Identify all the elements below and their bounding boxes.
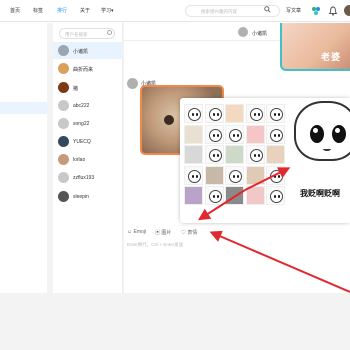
contact-item[interactable]: sleepin: [53, 188, 123, 205]
sticker-item[interactable]: [245, 165, 265, 185]
search-icon[interactable]: [107, 30, 112, 35]
avatar: [127, 78, 138, 89]
contact-name: zzflux193: [73, 175, 95, 181]
sent-image-message[interactable]: 老婆: [280, 23, 350, 71]
contact-name: abc222: [73, 103, 90, 109]
page-body: 用户名搜索 小诸凯 曲折而来 猪 abc222 song22 YUECQ lor…: [0, 23, 350, 350]
sticker-item[interactable]: [184, 124, 203, 144]
contact-item[interactable]: 猪: [53, 79, 123, 96]
chat-panel: 小诸凯 老婆 小诸凯 我贬啊贬啊 ☺ Emoji ▣ 图片 ♡ 表情 Enter…: [124, 23, 350, 293]
contact-list-panel: 用户名搜索 小诸凯 曲折而来 猪 abc222 song22 YUECQ lor…: [53, 23, 123, 293]
sticker-item[interactable]: [204, 186, 224, 205]
sticker-item[interactable]: [184, 165, 203, 185]
avatar: [58, 136, 69, 147]
sticker-grid: [184, 104, 285, 205]
image-caption-text: 老婆: [320, 52, 341, 62]
avatar: [58, 63, 69, 74]
avatar: [238, 27, 248, 37]
contact-item[interactable]: song22: [53, 115, 123, 132]
sticker-item[interactable]: [225, 145, 244, 164]
search-icon[interactable]: [264, 6, 271, 13]
sticker-picker-panel: 我贬啊贬啊: [180, 98, 350, 223]
sticker-item[interactable]: [245, 145, 265, 164]
emoji-button[interactable]: ☺ Emoji: [127, 229, 146, 235]
nav-about[interactable]: 关于: [80, 7, 90, 14]
emoji-label: Emoji: [133, 229, 147, 235]
contact-name: 猪: [73, 86, 79, 92]
nav-tags[interactable]: 标签: [33, 7, 43, 14]
input-hint: Enter换行，Ctrl + Enter发送: [127, 242, 184, 247]
sticker-item[interactable]: [225, 124, 244, 144]
avatar: [58, 82, 69, 93]
contact-item[interactable]: YUECQ: [53, 133, 123, 150]
pinwheel-icon[interactable]: [311, 6, 321, 16]
sticker-item[interactable]: [184, 145, 203, 164]
sticker-item[interactable]: [266, 145, 285, 164]
contact-name: 曲折而来: [73, 67, 94, 73]
sticker-item[interactable]: [204, 104, 224, 123]
user-avatar[interactable]: [344, 5, 350, 16]
avatar: [58, 172, 69, 183]
avatar: [58, 118, 69, 129]
avatar: [58, 45, 69, 56]
contact-name: song22: [73, 121, 90, 127]
chat-title: 小诸凯: [252, 31, 268, 37]
sticker-item[interactable]: [245, 186, 265, 205]
sticker-item[interactable]: [204, 145, 224, 164]
sticker-item[interactable]: [184, 104, 203, 123]
contact-item[interactable]: 小诸凯: [53, 42, 123, 59]
left-sidebar: [0, 23, 47, 293]
contact-name: 小诸凯: [73, 49, 89, 55]
sticker-item[interactable]: [266, 165, 285, 185]
avatar: [58, 100, 69, 111]
sticker-item[interactable]: [245, 104, 265, 123]
avatar: [58, 191, 69, 202]
sidebar-item-active[interactable]: [0, 102, 47, 114]
sticker-preview-face: [294, 101, 350, 161]
sticker-item[interactable]: [184, 186, 203, 205]
sticker-button[interactable]: ♡ 表情: [181, 229, 197, 236]
contact-item[interactable]: zzflux193: [53, 169, 123, 186]
nav-home[interactable]: 首页: [10, 7, 20, 14]
bell-icon[interactable]: [328, 6, 338, 16]
cat-eye: [164, 115, 174, 125]
sticker-item[interactable]: [225, 104, 244, 123]
contact-name: lorlao: [73, 157, 86, 163]
sticker-item[interactable]: [204, 124, 224, 144]
contact-item[interactable]: 曲折而来: [53, 60, 123, 77]
sticker-item[interactable]: [266, 186, 285, 205]
image-button[interactable]: ▣ 图片: [155, 229, 171, 236]
sticker-item[interactable]: [225, 186, 244, 205]
nav-ranking[interactable]: 排行: [57, 7, 67, 14]
sticker-item[interactable]: [225, 165, 244, 185]
sticker-item[interactable]: [204, 165, 224, 185]
contact-name: sleepin: [73, 194, 89, 200]
contact-item[interactable]: abc222: [53, 97, 123, 114]
sticker-item[interactable]: [266, 124, 285, 144]
nav-learn-dropdown[interactable]: 学习▾: [101, 7, 114, 14]
write-article-button[interactable]: 写文章: [286, 7, 301, 14]
contact-name: YUECQ: [73, 139, 91, 145]
sticker-item[interactable]: [245, 124, 265, 144]
sticker-preview-caption: 我贬啊贬啊: [300, 189, 340, 198]
image-label: 图片: [161, 230, 172, 236]
sticker-item[interactable]: [266, 104, 285, 123]
sticker-preview: 我贬啊贬啊: [288, 98, 350, 223]
avatar: [58, 154, 69, 165]
contact-item[interactable]: lorlao: [53, 151, 123, 168]
top-navigation-bar: 首页 标签 排行 关于 学习▾ 搜索感兴趣的内容 写文章: [0, 0, 350, 22]
sticker-label: 表情: [187, 230, 198, 236]
